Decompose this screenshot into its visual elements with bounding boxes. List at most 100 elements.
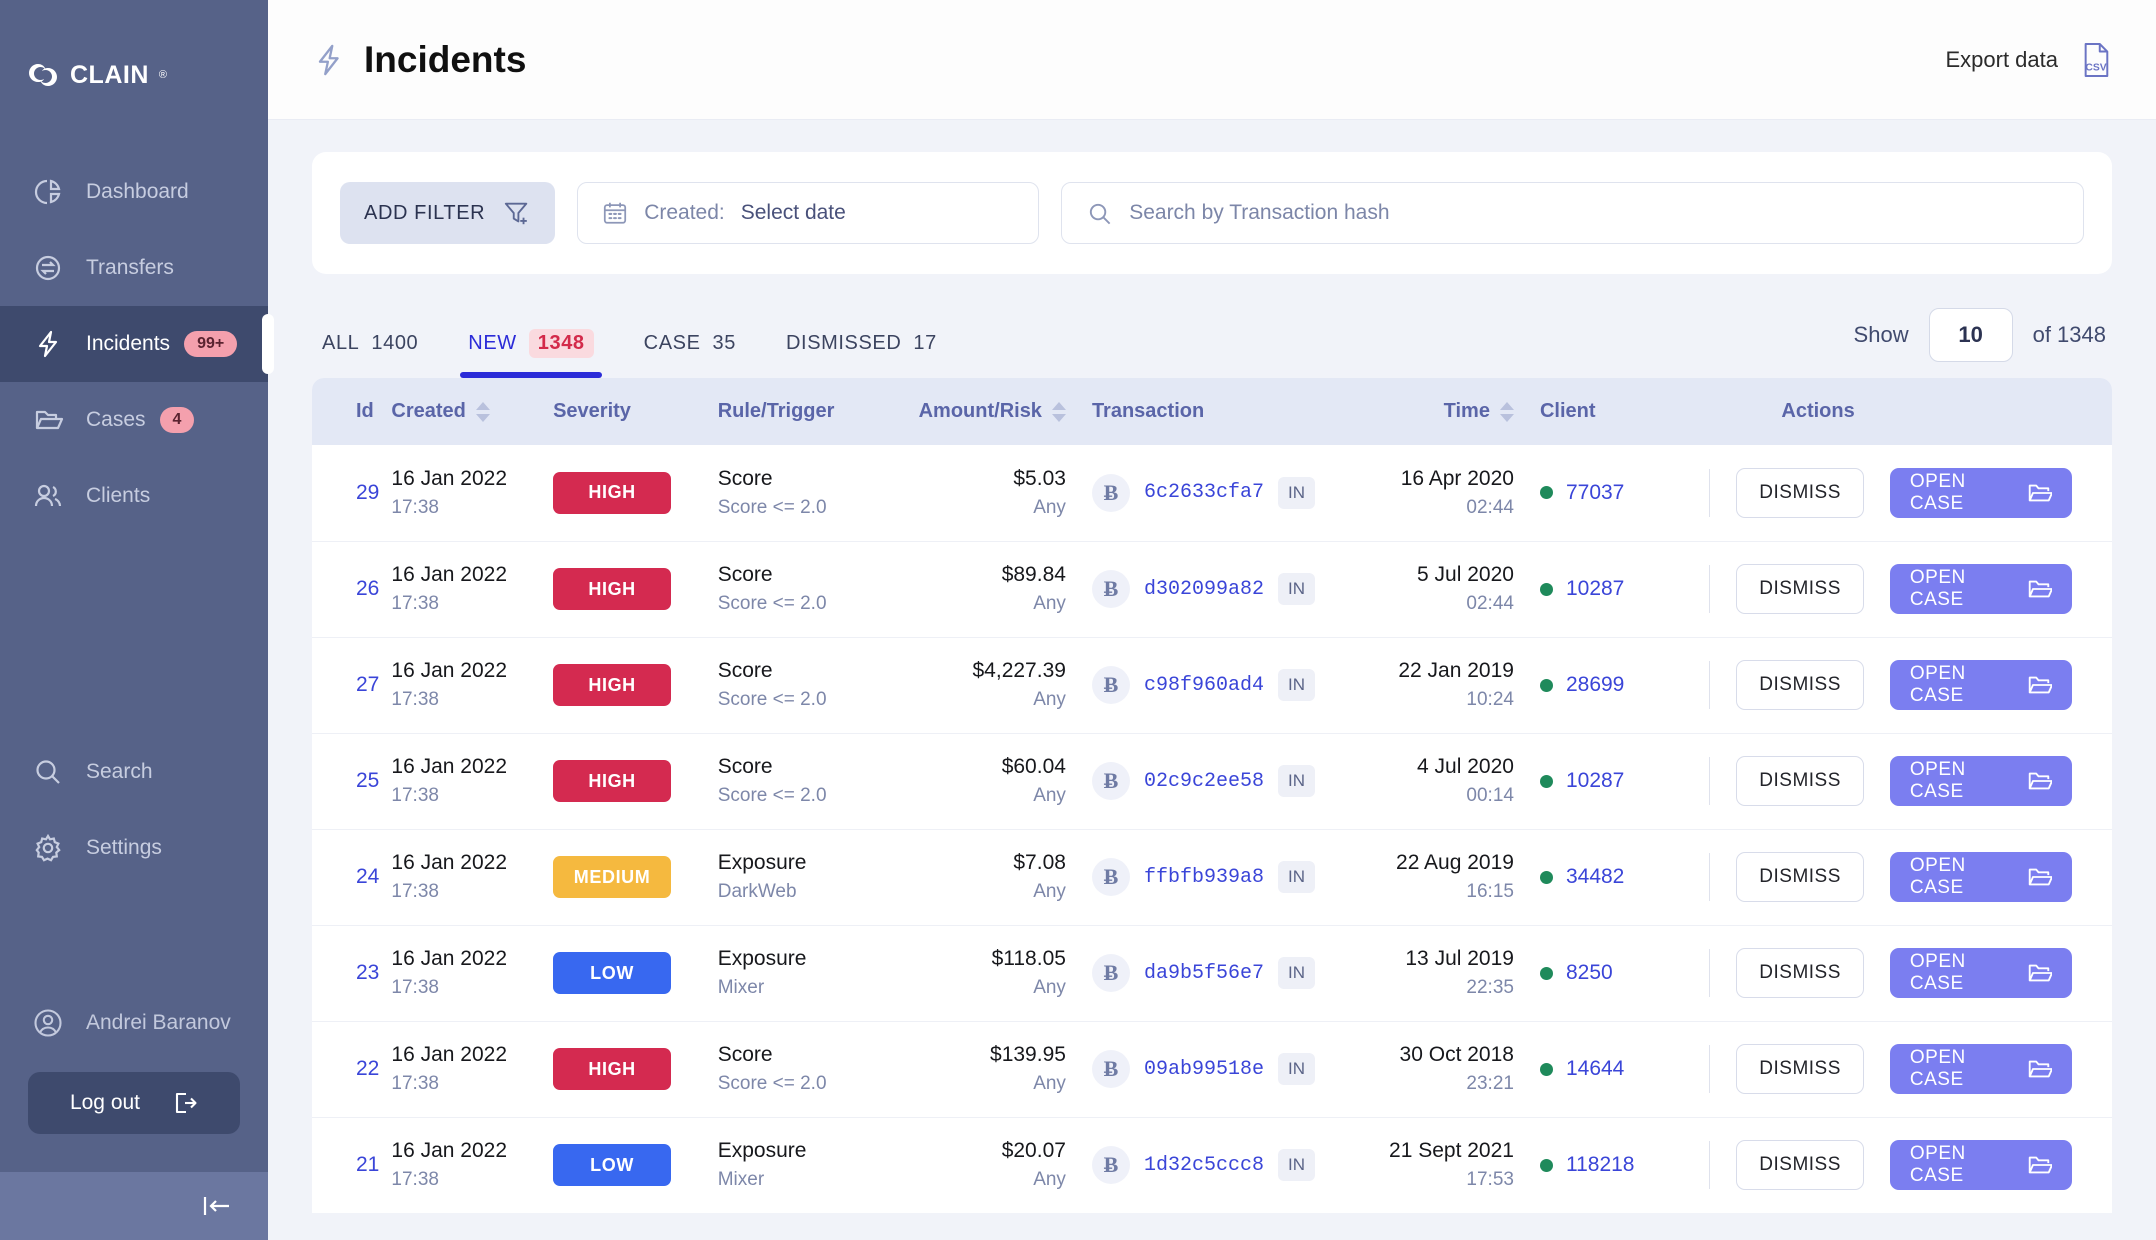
incident-id-link[interactable]: 23	[356, 961, 379, 984]
transaction-hash-link[interactable]: 6c2633cfa7	[1144, 481, 1264, 504]
tab-new[interactable]: NEW 1348	[460, 319, 603, 378]
incident-id-link[interactable]: 27	[356, 673, 379, 696]
client-id-link[interactable]: 8250	[1566, 961, 1613, 985]
sort-toggle-created[interactable]	[475, 401, 490, 423]
divider	[1709, 949, 1711, 997]
open-case-button[interactable]: OPEN CASE	[1889, 1044, 2072, 1094]
open-case-button[interactable]: OPEN CASE	[1889, 948, 2072, 998]
table-row[interactable]: 24 16 Jan 2022 17:38 MEDIUM Exposure DarkWeb $…	[312, 829, 2112, 926]
sort-toggle-time[interactable]	[1499, 401, 1514, 423]
cell-transaction: Ƀ 6c2633cfa7 IN	[1091, 445, 1358, 542]
open-case-label: OPEN CASE	[1909, 663, 1966, 706]
tab-all[interactable]: ALL 1400	[318, 319, 422, 378]
trigger-name: Score <= 2.0	[717, 689, 827, 710]
clain-logo-icon	[26, 58, 60, 92]
sidebar-profile[interactable]: Andrei Baranov	[0, 988, 268, 1058]
brand-logo-area[interactable]: CLAIN ®	[0, 0, 268, 112]
open-case-button[interactable]: OPEN CASE	[1889, 564, 2072, 614]
export-data-label: Export data	[1945, 46, 2058, 72]
sidebar-item-search[interactable]: Search	[0, 734, 268, 810]
sort-toggle-amount[interactable]	[1051, 401, 1066, 423]
page-size-selector[interactable]: 10	[1928, 308, 2013, 362]
incident-id-link[interactable]: 29	[356, 481, 379, 504]
transaction-direction-badge: IN	[1277, 669, 1315, 701]
client-id-link[interactable]: 28699	[1566, 673, 1624, 697]
sidebar-item-label: Cases	[86, 408, 146, 431]
incident-id-link[interactable]: 26	[356, 577, 379, 600]
transaction-hash-link[interactable]: da9b5f56e7	[1144, 962, 1264, 985]
table-row[interactable]: 27 16 Jan 2022 17:38 HIGH Score Score <= 2.0 $…	[312, 637, 2112, 734]
transaction-hash-link[interactable]: 02c9c2ee58	[1144, 770, 1264, 793]
client-id-link[interactable]: 14644	[1566, 1057, 1624, 1081]
table-row[interactable]: 21 16 Jan 2022 17:38 LOW Exposure Mixer $20.07…	[312, 1117, 2112, 1213]
trigger-name: Score <= 2.0	[717, 785, 827, 806]
tab-case[interactable]: CASE 35	[640, 319, 740, 378]
cell-transaction: Ƀc98f960ad4 IN	[1091, 637, 1358, 734]
open-case-button[interactable]: OPEN CASE	[1889, 1140, 2072, 1191]
sidebar-item-incidents[interactable]: Incidents 99+	[0, 306, 274, 382]
sidebar-item-cases[interactable]: Cases 4	[0, 382, 268, 458]
transaction-hash-link[interactable]: 09ab99518e	[1144, 1058, 1264, 1081]
client-id-link[interactable]: 10287	[1566, 577, 1624, 601]
tx-date: 30 Oct 2018	[1399, 1043, 1514, 1066]
transaction-hash-link[interactable]: ffbfb939a8	[1144, 866, 1264, 889]
table-row[interactable]: 23 16 Jan 2022 17:38 LOW Exposure Mixer $118.0…	[312, 925, 2112, 1022]
dismiss-button[interactable]: DISMISS	[1736, 564, 1864, 614]
dismiss-button[interactable]: DISMISS	[1736, 660, 1864, 710]
transaction-hash-link[interactable]: d302099a82	[1144, 578, 1264, 601]
open-case-button[interactable]: OPEN CASE	[1889, 852, 2072, 902]
column-header-time[interactable]: Time	[1357, 378, 1540, 445]
tx-time: 02:44	[1466, 593, 1514, 614]
table-row[interactable]: 26 16 Jan 2022 17:38 HIGH Score Score <= 2.0 $…	[312, 541, 2112, 638]
open-case-button[interactable]: OPEN CASE	[1889, 660, 2072, 710]
tx-date: 22 Jan 2019	[1398, 659, 1514, 682]
column-header-client: Client	[1539, 378, 1710, 445]
open-case-button[interactable]: OPEN CASE	[1889, 756, 2072, 806]
transaction-hash-link[interactable]: 1d32c5ccc8	[1144, 1154, 1264, 1177]
cell-rule-trigger: Score Score <= 2.0	[717, 1021, 904, 1118]
created-date-filter[interactable]: Created: Select date	[577, 182, 1040, 244]
transaction-search-field[interactable]: Search by Transaction hash	[1061, 182, 2084, 244]
incident-id-link[interactable]: 24	[356, 865, 379, 888]
column-header-created[interactable]: Created	[391, 378, 554, 445]
incident-id-link[interactable]: 21	[356, 1153, 379, 1176]
cell-transaction: Ƀ 02c9c2ee58 IN	[1091, 733, 1358, 830]
risk-value: Any	[1033, 977, 1066, 998]
btc-icon: Ƀ	[1091, 1050, 1130, 1088]
dismiss-button[interactable]: DISMISS	[1736, 467, 1864, 518]
sidebar-collapse-button[interactable]	[0, 1172, 268, 1240]
amount-value: $5.03	[1013, 466, 1066, 490]
table-row[interactable]: 25 16 Jan 2022 17:38 HIGH Score Score <= 2.0 $…	[312, 733, 2112, 830]
client-id-link[interactable]: 77037	[1566, 481, 1624, 505]
sidebar-item-settings[interactable]: Settings	[0, 810, 268, 886]
open-case-button[interactable]: OPEN CASE	[1889, 467, 2072, 518]
dismiss-button[interactable]: DISMISS	[1736, 852, 1864, 902]
cell-time: 22 Aug 2019 16:15	[1357, 829, 1540, 926]
incident-id-link[interactable]: 25	[356, 769, 379, 792]
transaction-hash-link[interactable]: c98f960ad4	[1144, 674, 1264, 697]
client-id-link[interactable]: 10287	[1566, 769, 1624, 793]
cell-rule-trigger: Exposure Mixer	[717, 925, 904, 1022]
add-filter-button[interactable]: ADD FILTER	[340, 182, 556, 244]
export-data-button[interactable]: Export data CSV	[1945, 41, 2112, 79]
tab-dismissed[interactable]: DISMISSED 17	[782, 319, 941, 378]
client-id-link[interactable]: 118218	[1566, 1153, 1635, 1177]
dismiss-button[interactable]: DISMISS	[1736, 756, 1864, 806]
table-row[interactable]: 29 16 Jan 2022 17:38 HIGH Score Score <= 2.0 $…	[312, 445, 2112, 542]
btc-icon: Ƀ	[1091, 954, 1130, 992]
sidebar-item-dashboard[interactable]: Dashboard	[0, 154, 268, 230]
sidebar-item-clients[interactable]: Clients	[0, 458, 268, 534]
column-header-amount-risk[interactable]: Amount/Risk	[903, 378, 1092, 445]
table-row[interactable]: 22 16 Jan 2022 17:38 HIGH Score Score <= 2.0 $…	[312, 1021, 2112, 1118]
dismiss-button[interactable]: DISMISS	[1736, 948, 1864, 998]
client-id-link[interactable]: 34482	[1566, 865, 1624, 889]
cell-rule-trigger: Score Score <= 2.0	[717, 637, 904, 734]
sidebar-item-transfers[interactable]: Transfers	[0, 230, 268, 306]
incident-id-link[interactable]: 22	[356, 1057, 379, 1080]
divider	[1709, 565, 1711, 613]
dismiss-button[interactable]: DISMISS	[1736, 1044, 1864, 1094]
table-header: Id Created Severity Rule/Trigger Amount/…	[312, 378, 2112, 445]
dismiss-button[interactable]: DISMISS	[1736, 1140, 1864, 1191]
logout-button[interactable]: Log out	[28, 1072, 240, 1134]
bolt-icon	[32, 328, 64, 360]
